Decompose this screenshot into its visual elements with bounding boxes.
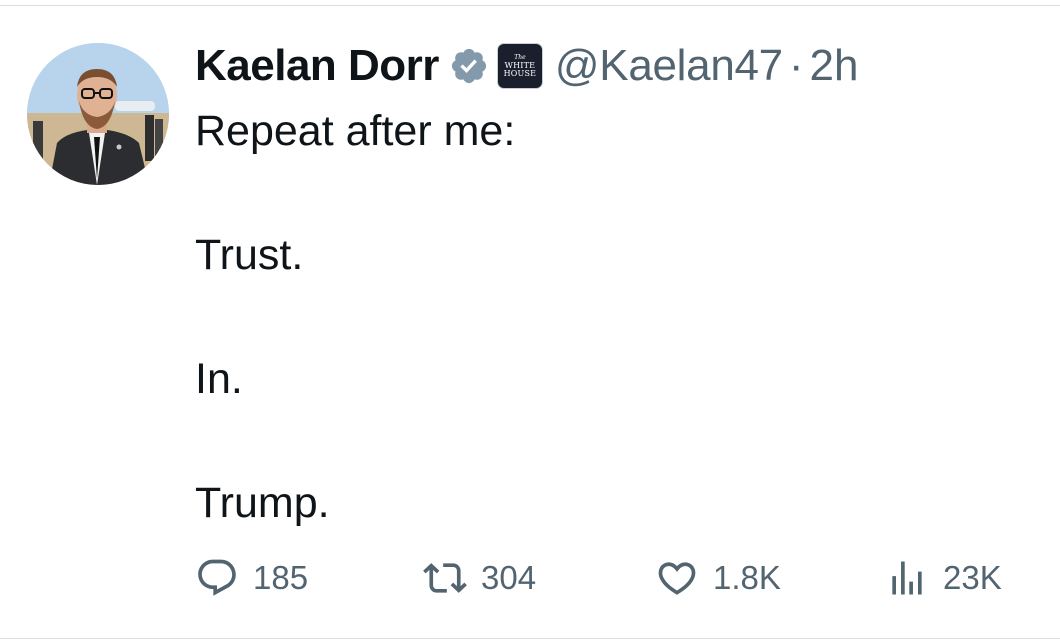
repost-button[interactable]: 304 xyxy=(423,552,536,604)
author-name[interactable]: Kaelan Dorr xyxy=(195,41,439,91)
white-house-affiliation-icon[interactable]: The WHITE HOUSE xyxy=(496,43,543,89)
like-button[interactable]: 1.8K xyxy=(655,552,781,604)
affiliation-line1: The xyxy=(514,53,526,61)
tweet-line: In. xyxy=(195,355,243,403)
author-handle[interactable]: @Kaelan47 xyxy=(555,41,783,91)
post-time[interactable]: 2h xyxy=(810,41,859,91)
action-bar: 185 304 1.8K 23K xyxy=(195,552,1025,604)
tweet-line: Trump. xyxy=(195,479,330,527)
views-icon xyxy=(892,561,922,595)
reply-count: 185 xyxy=(253,559,309,596)
avatar[interactable] xyxy=(27,43,169,185)
top-divider xyxy=(0,0,1060,6)
repost-count: 304 xyxy=(481,559,537,596)
verified-badge-icon[interactable] xyxy=(449,46,489,86)
reply-icon xyxy=(198,559,236,596)
reply-button[interactable]: 185 xyxy=(195,552,308,604)
tweet-line: Repeat after me: xyxy=(195,107,516,155)
views-count: 23K xyxy=(943,559,1002,596)
tweet-card: Kaelan Dorr The WHITE HOUSE @Kaelan47 · … xyxy=(0,0,1060,644)
bottom-divider xyxy=(0,638,1060,644)
header-separator: · xyxy=(788,41,804,90)
repost-icon xyxy=(423,563,467,593)
affiliation-line3: HOUSE xyxy=(503,68,537,78)
views-button[interactable]: 23K xyxy=(885,552,1002,604)
tweet-header: Kaelan Dorr The WHITE HOUSE @Kaelan47 · … xyxy=(195,36,858,96)
tweet-text: Repeat after me: Trust. In. Trump. xyxy=(195,100,1015,534)
heart-icon xyxy=(658,562,696,595)
like-count: 1.8K xyxy=(713,559,781,596)
avatar-photo xyxy=(27,43,169,185)
tweet-line: Trust. xyxy=(195,231,304,279)
